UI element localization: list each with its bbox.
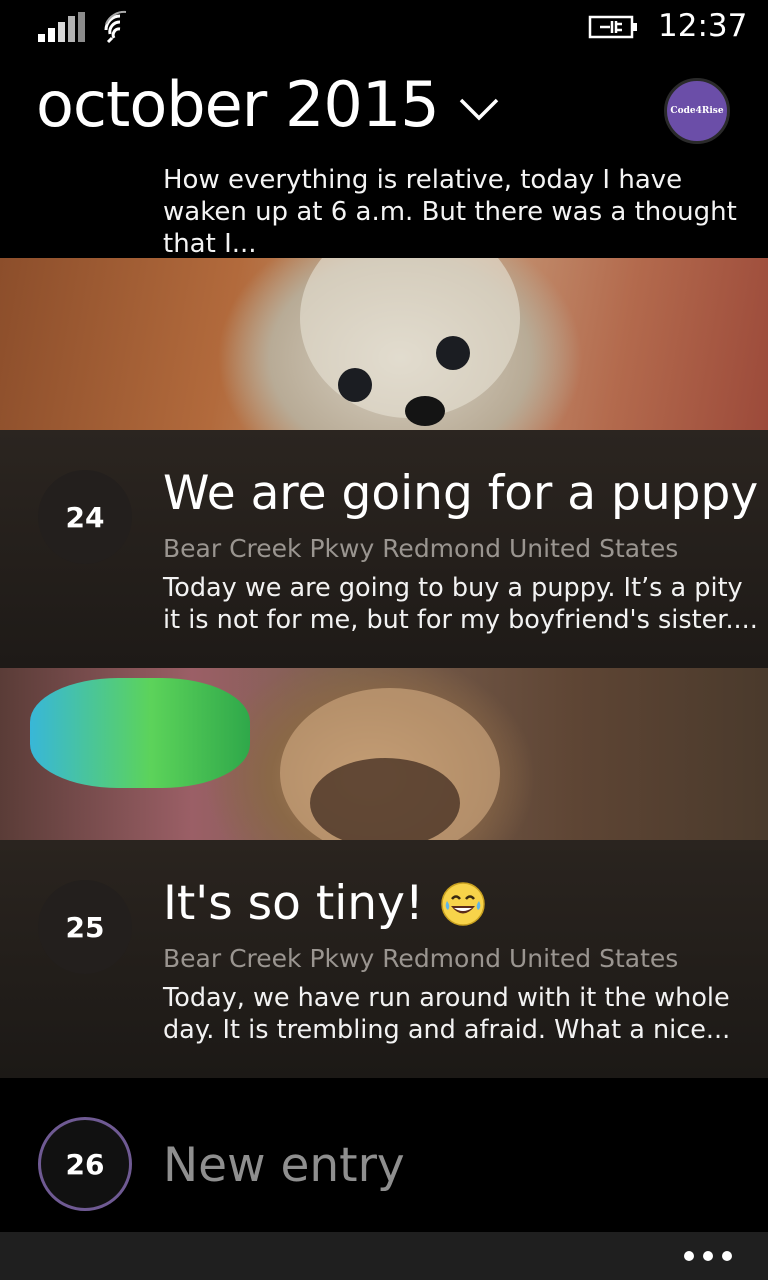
entry-preview: How everything is relative, today I have… (163, 165, 737, 259)
list-item[interactable]: 24 We are going for a puppy Bear Creek P… (0, 430, 768, 668)
new-entry-button[interactable]: 26 New entry (0, 1078, 768, 1232)
avatar[interactable]: Code4Rise (664, 78, 730, 144)
entry-title: We are going for a puppy (163, 466, 759, 521)
signal-bars-icon (38, 12, 88, 42)
entry-title: It's so tiny! (163, 876, 424, 931)
app-bar (0, 1232, 768, 1280)
laughing-tears-emoji-icon (441, 881, 485, 926)
month-selector[interactable]: october 2015 (36, 68, 501, 141)
header: october 2015 Code4Rise (0, 56, 768, 156)
entry-photo[interactable] (0, 668, 768, 840)
day-badge: 24 (38, 470, 132, 564)
status-bar: 12:37 (0, 0, 768, 56)
wifi-icon (104, 10, 127, 44)
entry-title-row: It's so tiny! (163, 876, 486, 931)
month-title: october 2015 (36, 68, 440, 141)
entry-preview: Today we are going to buy a puppy. It’s … (163, 573, 758, 635)
entry-location: Bear Creek Pkwy Redmond United States (163, 534, 679, 563)
entry-location: Bear Creek Pkwy Redmond United States (163, 944, 679, 973)
entry-preview: Today, we have run around with it the wh… (163, 983, 731, 1045)
more-ellipsis-icon[interactable] (684, 1248, 732, 1264)
chevron-down-icon (459, 98, 498, 120)
list-item[interactable]: 25 It's so tiny! Bear Creek Pkwy Redmond… (0, 840, 768, 1078)
list-item[interactable]: How everything is relative, today I have… (0, 160, 768, 259)
avatar-text: Code4Rise (670, 106, 724, 116)
day-badge: 26 (38, 1117, 132, 1211)
entry-photo[interactable] (0, 258, 768, 430)
day-badge: 25 (38, 880, 132, 974)
clock: 12:37 (658, 8, 748, 44)
battery-charging-icon (588, 15, 637, 39)
new-entry-label: New entry (163, 1138, 405, 1193)
